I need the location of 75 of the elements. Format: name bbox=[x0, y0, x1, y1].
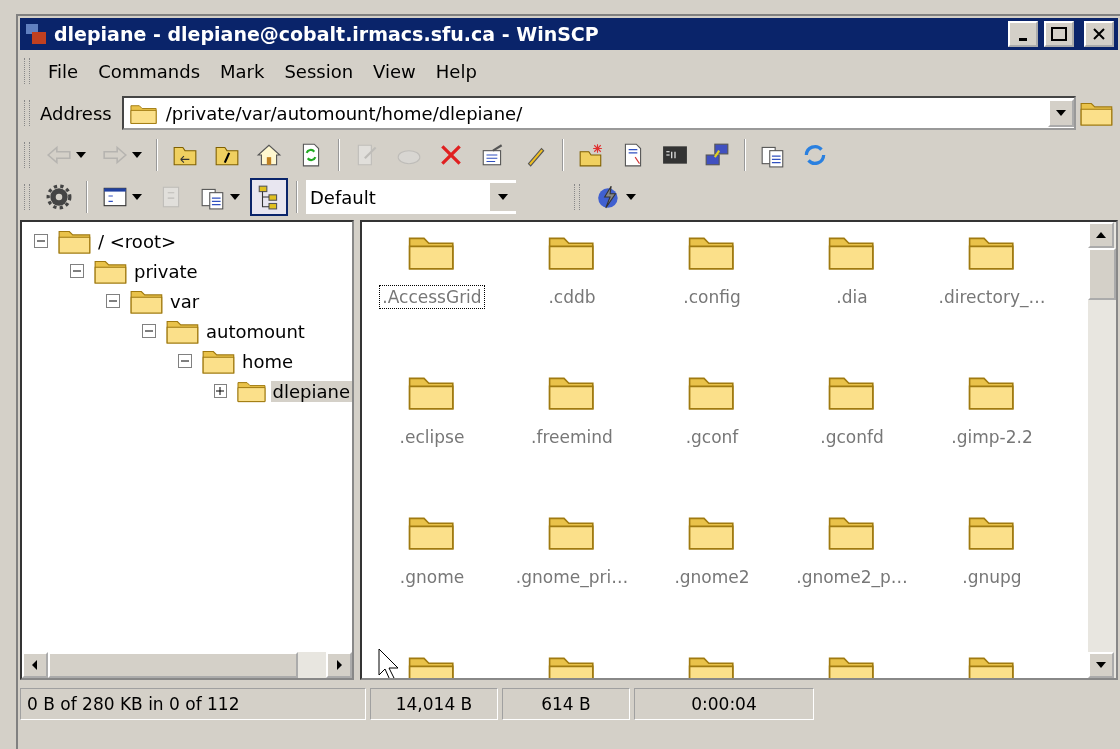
file-name[interactable]: .gconf bbox=[683, 426, 741, 449]
tree-item[interactable]: private bbox=[132, 260, 200, 282]
tree-item[interactable]: home bbox=[240, 350, 296, 372]
up-arrow-icon bbox=[1096, 231, 1106, 239]
tree-toggle[interactable] bbox=[106, 294, 120, 308]
menu-item[interactable]: View bbox=[365, 58, 424, 84]
status-text: 14,014 B bbox=[370, 688, 498, 720]
left-arrow-icon bbox=[31, 660, 39, 670]
computers-icon bbox=[704, 142, 730, 168]
file-name[interactable]: .eclipse bbox=[397, 426, 467, 449]
menu-item[interactable]: Commands bbox=[90, 58, 209, 84]
dropdown-button[interactable] bbox=[490, 183, 516, 211]
file-name[interactable]: .gconfd bbox=[818, 426, 886, 449]
status-text: 0 B of 280 KB in 0 of 112 bbox=[20, 688, 366, 720]
tree-toggle[interactable] bbox=[178, 354, 192, 368]
delete-icon bbox=[438, 142, 464, 168]
window-title: dlepiane - dlepiane@cobalt.irmacs.sfu.ca - WinSCP bbox=[54, 23, 600, 45]
scroll-left-button[interactable] bbox=[22, 652, 48, 678]
tree-toggle[interactable] bbox=[34, 234, 48, 248]
tree-toggle[interactable] bbox=[142, 324, 156, 338]
scroll-right-button[interactable] bbox=[326, 652, 352, 678]
file-name[interactable]: .directory_… bbox=[936, 286, 1048, 309]
sync-arrows-icon bbox=[802, 142, 828, 168]
status-text: 614 B bbox=[502, 688, 630, 720]
file-name[interactable]: .AccessGrid bbox=[380, 286, 484, 309]
menu-item[interactable]: Session bbox=[276, 58, 362, 84]
scroll-down-button[interactable] bbox=[1088, 652, 1114, 678]
toolbar-button[interactable] bbox=[250, 178, 288, 216]
file-name[interactable]: .gnupg bbox=[960, 566, 1024, 589]
address-label: Address bbox=[40, 102, 112, 124]
horizontal-scrollbar[interactable] bbox=[22, 652, 352, 678]
down-arrow-icon bbox=[1096, 661, 1106, 669]
caret-icon bbox=[626, 194, 636, 200]
file-name[interactable]: .config bbox=[681, 286, 743, 309]
scroll-up-button[interactable] bbox=[1088, 222, 1114, 248]
file-name[interactable]: .gnome bbox=[397, 566, 467, 589]
tree-item[interactable]: / <root> bbox=[96, 230, 179, 252]
minimize-button[interactable] bbox=[1008, 21, 1038, 47]
preset-select[interactable]: Default bbox=[306, 180, 516, 214]
scroll-thumb[interactable] bbox=[48, 652, 298, 678]
scroll-thumb[interactable] bbox=[1088, 248, 1116, 300]
dropdown-button[interactable] bbox=[1048, 99, 1074, 127]
tree-toggle[interactable] bbox=[214, 384, 227, 398]
file-name[interactable]: .dia bbox=[834, 286, 870, 309]
file-name[interactable]: .gnome_pri… bbox=[513, 566, 631, 589]
new-folder-icon bbox=[578, 142, 604, 168]
tree-item[interactable]: automount bbox=[204, 320, 307, 342]
file-name[interactable]: .freemind bbox=[529, 426, 615, 449]
status-text: 0:00:04 bbox=[634, 688, 814, 720]
minimize-icon bbox=[1019, 37, 1027, 41]
address-field[interactable]: /private/var/automount/home/dlepiane/ bbox=[121, 96, 1076, 130]
right-arrow-icon bbox=[335, 660, 343, 670]
menu-item[interactable]: Help bbox=[427, 58, 485, 84]
caret-icon bbox=[498, 194, 508, 200]
menu-item[interactable]: File bbox=[40, 58, 87, 84]
address-text: /private/var/automount/home/dlepiane/ bbox=[165, 102, 524, 124]
maximize-icon bbox=[1051, 27, 1067, 41]
home-icon bbox=[256, 142, 282, 168]
close-button[interactable] bbox=[1084, 21, 1114, 47]
app-icon bbox=[24, 22, 48, 46]
file-name[interactable]: .cddb bbox=[546, 286, 598, 309]
file-name[interactable]: .gnome2 bbox=[672, 566, 752, 589]
tree-item[interactable]: var bbox=[168, 290, 202, 312]
file-name[interactable]: .gnome2_p… bbox=[794, 566, 910, 589]
close-icon bbox=[1092, 27, 1106, 41]
vertical-scrollbar[interactable] bbox=[1088, 222, 1116, 678]
tree-item[interactable]: dlepiane bbox=[270, 380, 352, 402]
settings-icon bbox=[46, 184, 72, 210]
preset-text: Default bbox=[310, 186, 376, 208]
tree-toggle[interactable] bbox=[70, 264, 84, 278]
caret-icon bbox=[1056, 110, 1066, 116]
plus-icon bbox=[215, 386, 226, 396]
menu-item[interactable]: Mark bbox=[212, 58, 273, 84]
maximize-button[interactable] bbox=[1044, 21, 1074, 47]
file-name[interactable]: .gimp-2.2 bbox=[949, 426, 1035, 449]
